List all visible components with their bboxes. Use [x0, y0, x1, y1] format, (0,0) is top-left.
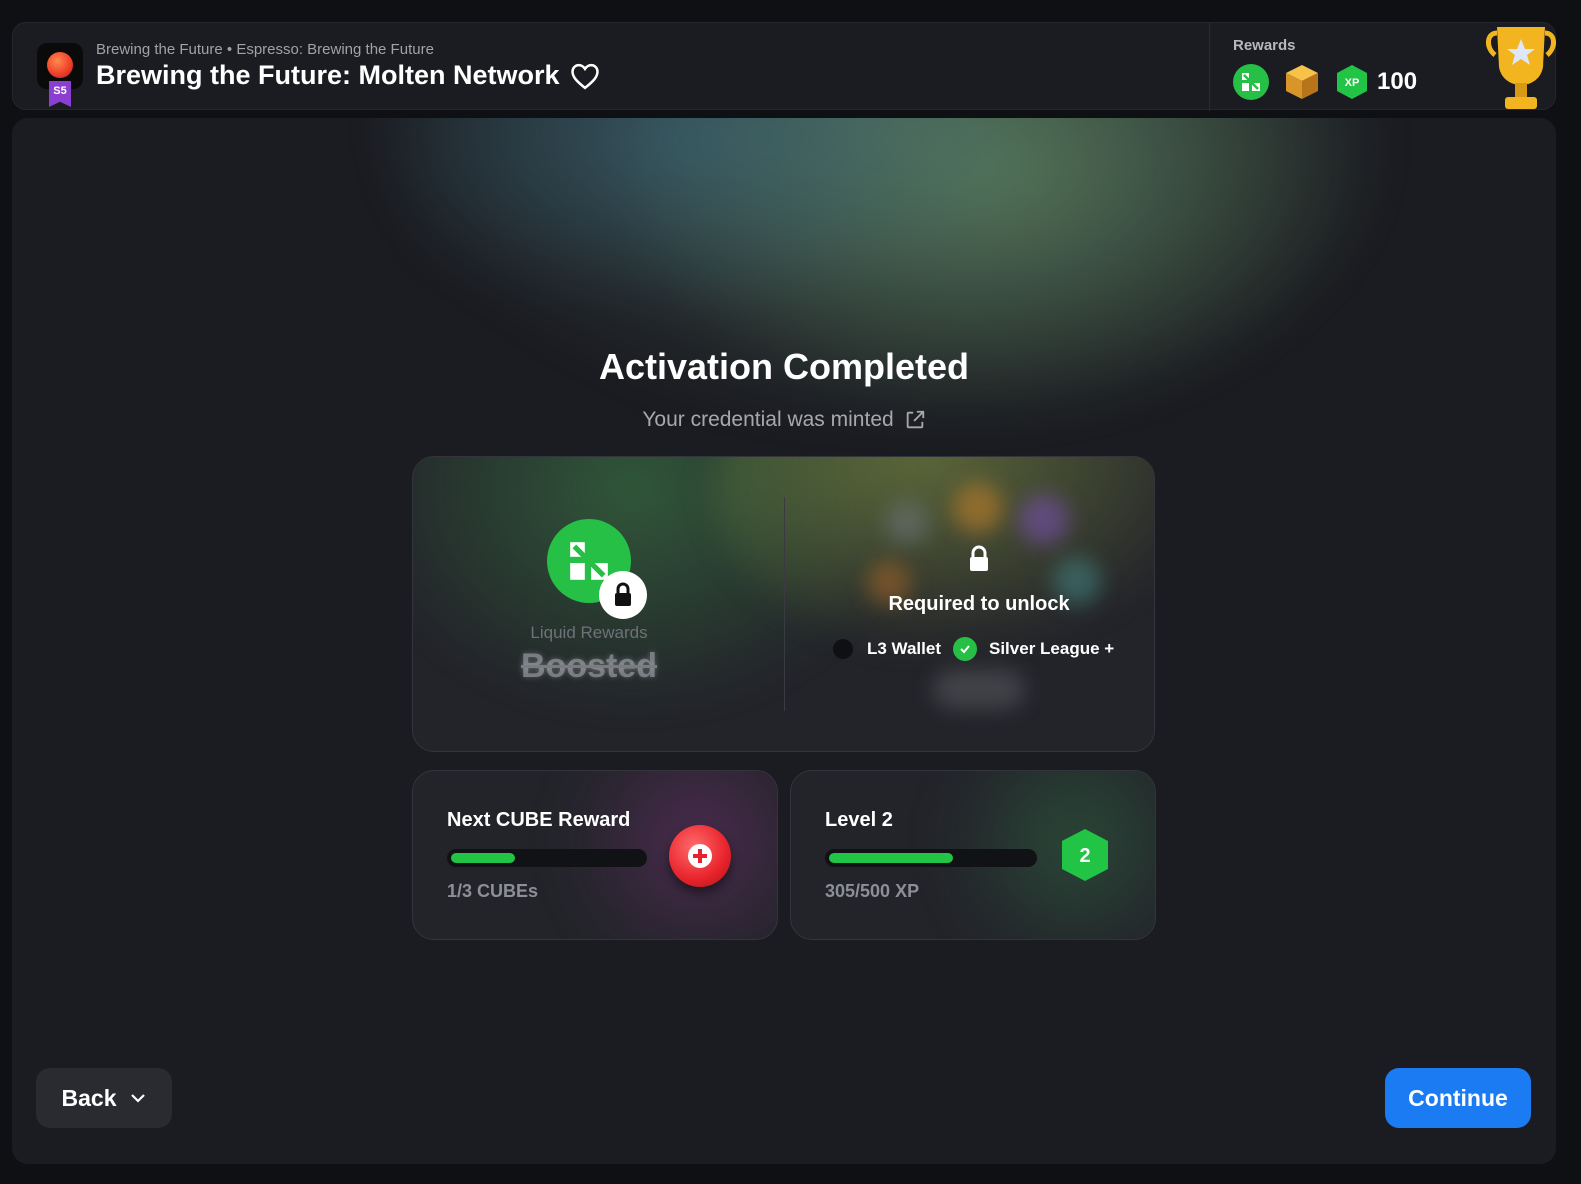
xp-progress-bar	[825, 849, 1037, 867]
page-title: Brewing the Future: Molten Network	[96, 60, 600, 91]
blur-orb	[885, 501, 929, 545]
credential-text[interactable]: Your credential was minted	[642, 408, 893, 432]
liquid-rewards-label: Liquid Rewards	[530, 623, 648, 642]
season-badge: S5	[49, 81, 71, 107]
external-link-icon[interactable]	[904, 409, 926, 431]
breadcrumb: Brewing the Future • Espresso: Brewing t…	[96, 41, 434, 58]
rewards-row: XP 100	[1233, 63, 1417, 101]
heart-icon[interactable]	[570, 62, 600, 90]
continue-button[interactable]: Continue	[1385, 1068, 1531, 1128]
chevron-down-icon[interactable]	[130, 1093, 146, 1103]
xp-hex-icon[interactable]: XP	[1335, 64, 1369, 100]
check-icon	[953, 637, 977, 661]
level-hex-icon: 2	[1062, 829, 1108, 881]
lock-icon	[599, 571, 647, 619]
credential-link[interactable]: Your credential was minted	[12, 408, 1556, 432]
unlock-title: Required to unlock	[888, 593, 1070, 615]
rewards-divider	[1209, 23, 1210, 111]
requirement-l3-wallet: L3 Wallet	[867, 639, 941, 658]
requirement-silver-league: Silver League +	[989, 639, 1115, 658]
level-badge-text: 2	[1079, 845, 1090, 867]
requirements-row: L3 Wallet Silver League +	[833, 637, 1114, 661]
cube-progress-text: 1/3 CUBEs	[447, 881, 539, 901]
activation-title: Activation Completed	[598, 346, 970, 387]
blurred-button	[933, 669, 1025, 709]
background-glow	[382, 118, 1402, 438]
next-cube-reward-card: Next CUBE Reward 1/3 CUBEs	[412, 770, 778, 940]
xp-amount: 100	[1377, 68, 1418, 95]
cube-progress-fill	[451, 853, 515, 863]
main-panel: Activation Completed Your credential was…	[12, 118, 1556, 1164]
quest-header: S5 Brewing the Future • Espresso: Brewin…	[12, 22, 1556, 111]
lock-icon	[970, 545, 988, 571]
xp-progress-fill	[829, 853, 953, 863]
boosted-label: Boosted	[521, 647, 657, 685]
xp-badge-text: XP	[1345, 77, 1360, 89]
cube-reward-icon	[669, 825, 731, 887]
xp-progress-text: 305/500 XP	[825, 881, 920, 901]
card-divider	[784, 497, 785, 711]
molten-orb-icon	[47, 52, 73, 78]
page-title-text: Brewing the Future: Molten Network	[96, 60, 560, 90]
cube-progress-bar	[447, 849, 647, 867]
reward-card: Liquid Rewards Boosted Required to unloc…	[412, 456, 1155, 752]
liquid-rewards-icon[interactable]	[1233, 64, 1269, 100]
trophy-icon	[1486, 27, 1556, 109]
blur-orb	[1019, 495, 1069, 545]
back-label[interactable]: Back	[62, 1085, 117, 1112]
level-card-title: Level 2	[825, 809, 893, 831]
blur-orb	[953, 483, 1003, 533]
back-button[interactable]: Back	[36, 1068, 172, 1128]
rewards-label: Rewards	[1233, 37, 1296, 54]
level-card: Level 2 305/500 XP 2	[790, 770, 1156, 940]
unmet-indicator	[833, 639, 853, 659]
cube-card-title: Next CUBE Reward	[447, 809, 631, 831]
cube-icon[interactable]	[1283, 63, 1321, 101]
